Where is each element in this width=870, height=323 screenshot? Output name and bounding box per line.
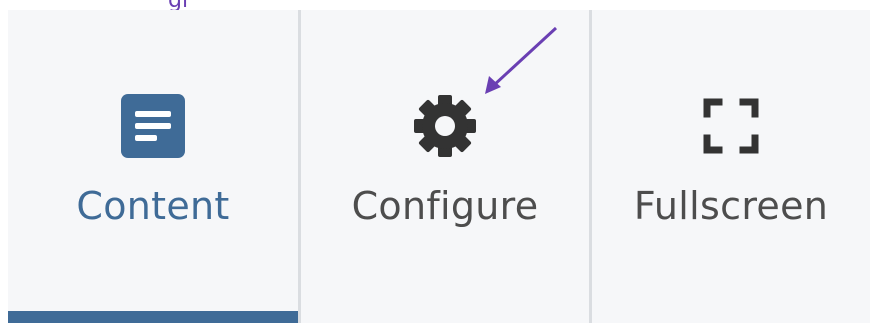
active-tab-indicator bbox=[8, 311, 298, 323]
tab-fullscreen[interactable]: Fullscreen bbox=[592, 10, 870, 323]
gear-icon bbox=[412, 94, 478, 158]
tab-configure[interactable]: Configure bbox=[298, 10, 592, 323]
tab-configure-label: Configure bbox=[351, 184, 539, 228]
view-mode-toolbar: Content Configure Fullscreen bbox=[8, 10, 870, 323]
tab-content[interactable]: Content bbox=[8, 10, 298, 323]
tab-content-label: Content bbox=[76, 184, 230, 228]
tab-fullscreen-label: Fullscreen bbox=[633, 184, 829, 228]
document-list-icon bbox=[120, 94, 186, 158]
expand-icon bbox=[698, 94, 764, 158]
